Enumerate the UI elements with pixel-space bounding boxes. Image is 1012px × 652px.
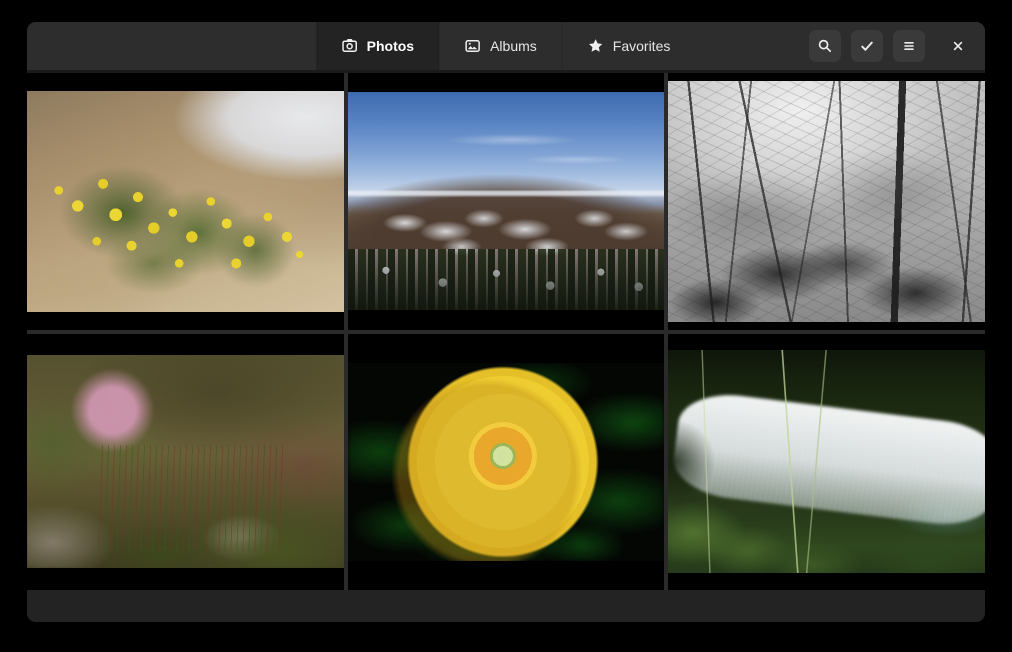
photo-thumbnail-moss: [27, 355, 344, 568]
desktop-background: Photos Albums: [0, 0, 1012, 652]
tab-albums[interactable]: Albums: [439, 22, 562, 70]
camera-icon: [342, 38, 358, 54]
photo-thumbnail-trees: [668, 81, 985, 322]
close-icon: [950, 38, 966, 54]
photo-thumbnail-waterfall: [668, 350, 985, 573]
search-icon: [817, 38, 833, 54]
tab-photos[interactable]: Photos: [317, 22, 439, 70]
bottom-bar: [27, 590, 985, 622]
search-button[interactable]: [809, 30, 841, 62]
view-switcher: Photos Albums: [317, 22, 696, 70]
photo-tile-moss[interactable]: [27, 334, 344, 591]
image-icon: [465, 38, 481, 54]
tab-favorites[interactable]: Favorites: [562, 22, 696, 70]
header-actions: [809, 30, 973, 62]
photo-tile-poppy[interactable]: [348, 334, 665, 591]
photo-tile-trees[interactable]: [668, 73, 985, 330]
photo-thumbnail-mountains: [348, 92, 665, 310]
photo-tile-waterfall[interactable]: [668, 334, 985, 591]
photo-tile-mountains[interactable]: [348, 73, 665, 330]
photos-app-window: Photos Albums: [27, 22, 985, 622]
header-bar: Photos Albums: [27, 22, 985, 73]
select-button[interactable]: [851, 30, 883, 62]
tab-photos-label: Photos: [367, 38, 414, 54]
tab-albums-label: Albums: [490, 38, 537, 54]
photo-tile-daffodils[interactable]: [27, 73, 344, 330]
photo-thumbnail-daffodils: [27, 91, 344, 312]
star-icon: [588, 38, 604, 54]
tab-favorites-label: Favorites: [613, 38, 671, 54]
check-icon: [859, 38, 875, 54]
menu-button[interactable]: [893, 30, 925, 62]
photo-thumbnail-poppy: [348, 363, 665, 561]
close-button[interactable]: [943, 31, 973, 61]
hamburger-menu-icon: [901, 38, 917, 54]
photo-grid: [27, 73, 985, 590]
